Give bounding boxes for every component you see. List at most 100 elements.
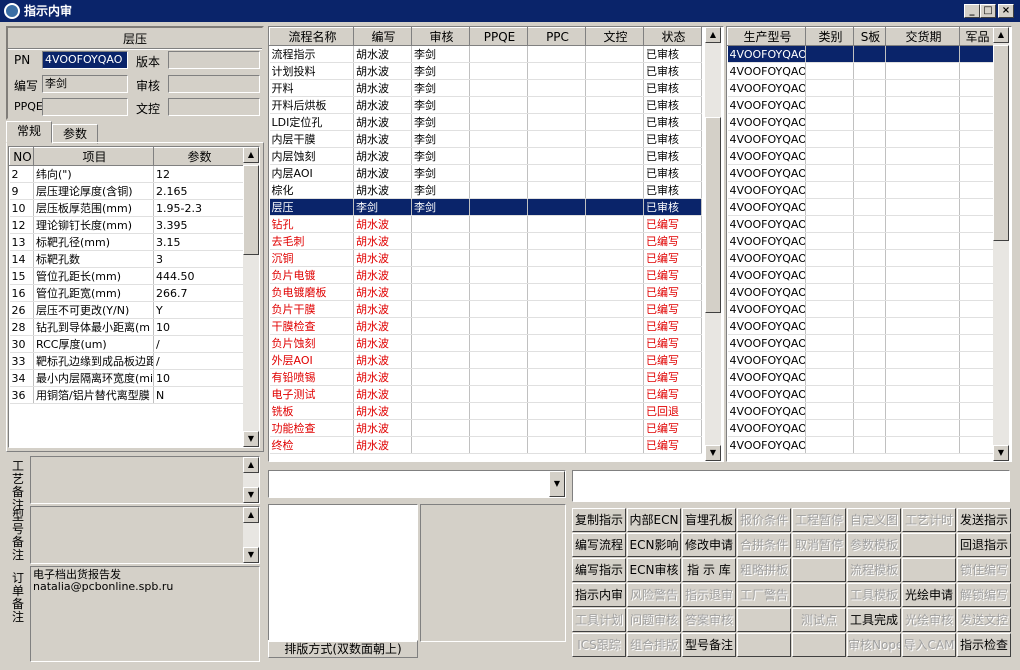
flow-ppqe[interactable] [469,232,528,250]
flow-reviewer[interactable] [411,351,470,369]
pn-field[interactable]: 4VOOFOYQAO [42,51,128,69]
product-military[interactable] [959,266,994,284]
scroll-thumb[interactable] [705,117,721,313]
flow-doc[interactable] [585,283,644,301]
product-model[interactable]: 4VOOFOYQAO [727,215,806,233]
product-military[interactable] [959,283,994,301]
param-value[interactable]: / [153,335,244,353]
table-row[interactable]: 有铅喷锡 胡水波 已编写 [269,368,702,386]
flow-editor[interactable]: 胡水波 [353,249,412,267]
tab-params[interactable]: 参数 [52,124,98,144]
editor-field[interactable]: 李剑 [42,75,128,93]
table-row[interactable]: 开料后烘板 胡水波 李剑 已审核 [269,96,702,114]
param-no[interactable]: 14 [9,250,34,268]
scroll-down-icon[interactable]: ▼ [705,445,721,461]
product-military[interactable] [959,96,994,114]
action-button[interactable]: 参数模板 [847,533,901,557]
product-delivery[interactable] [885,62,960,80]
flow-ppc[interactable] [527,164,586,182]
product-delivery[interactable] [885,45,960,63]
flow-ppc[interactable] [527,351,586,369]
flow-status[interactable]: 已编写 [643,385,702,403]
param-value[interactable]: 1.95-2.3 [153,199,244,217]
product-sboard[interactable] [853,147,886,165]
product-military[interactable] [959,385,994,403]
product-military[interactable] [959,62,994,80]
action-button[interactable]: 工具完成 [847,608,901,632]
doc-control-field[interactable] [168,98,260,116]
flow-name[interactable]: 内层干膜 [269,130,354,148]
flow-editor[interactable]: 胡水波 [353,266,412,284]
flow-ppqe[interactable] [469,317,528,335]
flow-name[interactable]: 开料后烘板 [269,96,354,114]
param-value[interactable]: 444.50 [153,267,244,285]
table-row[interactable]: 负电镀磨板 胡水波 已编写 [269,283,702,301]
flow-name[interactable]: 内层蚀刻 [269,147,354,165]
flow-ppqe[interactable] [469,198,528,216]
flow-ppc[interactable] [527,283,586,301]
process-note-field[interactable]: ▲ ▼ [30,456,260,504]
param-col-no[interactable]: NO [9,147,34,166]
flow-doc[interactable] [585,368,644,386]
flow-editor[interactable]: 胡水波 [353,79,412,97]
flow-ppc[interactable] [527,419,586,437]
action-button[interactable]: 回退指示 [957,533,1011,557]
product-delivery[interactable] [885,266,960,284]
flow-name[interactable]: 铣板 [269,402,354,420]
table-row[interactable]: 4VOOFOYQAO [727,232,994,250]
flow-ppqe[interactable] [469,113,528,131]
flow-ppc[interactable] [527,130,586,148]
flow-reviewer[interactable] [411,249,470,267]
flow-ppc[interactable] [527,266,586,284]
action-button[interactable]: 发送指示 [957,508,1011,532]
table-row[interactable]: 15 管位孔距长(mm) 444.50 [9,267,244,285]
action-button[interactable]: 指示内审 [572,583,626,607]
action-button[interactable]: 流程模板 [847,558,901,582]
flow-doc[interactable] [585,317,644,335]
table-row[interactable]: 4VOOFOYQAO [727,147,994,165]
action-button[interactable]: 导入CAM [902,633,956,657]
flow-reviewer[interactable] [411,232,470,250]
product-category[interactable] [805,283,854,301]
product-category[interactable] [805,385,854,403]
flow-editor[interactable]: 胡水波 [353,96,412,114]
flow-editor[interactable]: 李剑 [353,198,412,216]
table-row[interactable]: 4VOOFOYQAO [727,164,994,182]
empty-button[interactable] [902,558,956,582]
param-col-value[interactable]: 参数 [153,147,244,166]
flow-ppqe[interactable] [469,181,528,199]
action-button[interactable]: 问题审核 [627,608,681,632]
flow-name[interactable]: 电子测试 [269,385,354,403]
flow-reviewer[interactable] [411,419,470,437]
flow-doc[interactable] [585,266,644,284]
product-category[interactable] [805,130,854,148]
param-no[interactable]: 33 [9,352,34,370]
flow-editor[interactable]: 胡水波 [353,334,412,352]
product-delivery[interactable] [885,419,960,437]
product-model[interactable]: 4VOOFOYQAO [727,164,806,182]
scroll-down-icon[interactable]: ▼ [993,445,1009,461]
product-delivery[interactable] [885,113,960,131]
product-delivery[interactable] [885,351,960,369]
product-model[interactable]: 4VOOFOYQAO [727,385,806,403]
table-row[interactable]: 26 层压不可更改(Y/N) Y [9,301,244,319]
flow-doc[interactable] [585,249,644,267]
flow-name[interactable]: 开料 [269,79,354,97]
flow-status[interactable]: 已编写 [643,249,702,267]
flow-editor[interactable]: 胡水波 [353,402,412,420]
param-no[interactable]: 16 [9,284,34,302]
flow-status[interactable]: 已编写 [643,215,702,233]
table-row[interactable]: 计划投料 胡水波 李剑 已审核 [269,62,702,80]
flow-status[interactable]: 已编写 [643,351,702,369]
flow-reviewer[interactable] [411,300,470,318]
product-delivery[interactable] [885,181,960,199]
param-value[interactable]: 3.15 [153,233,244,251]
param-value[interactable]: 10 [153,369,244,387]
flow-name[interactable]: 计划投料 [269,62,354,80]
product-delivery[interactable] [885,249,960,267]
param-value[interactable]: 266.7 [153,284,244,302]
product-model[interactable]: 4VOOFOYQAO [727,113,806,131]
table-row[interactable]: 4VOOFOYQAO [727,300,994,318]
flow-editor[interactable]: 胡水波 [353,385,412,403]
table-row[interactable]: 10 层压板厚范围(mm) 1.95-2.3 [9,199,244,217]
